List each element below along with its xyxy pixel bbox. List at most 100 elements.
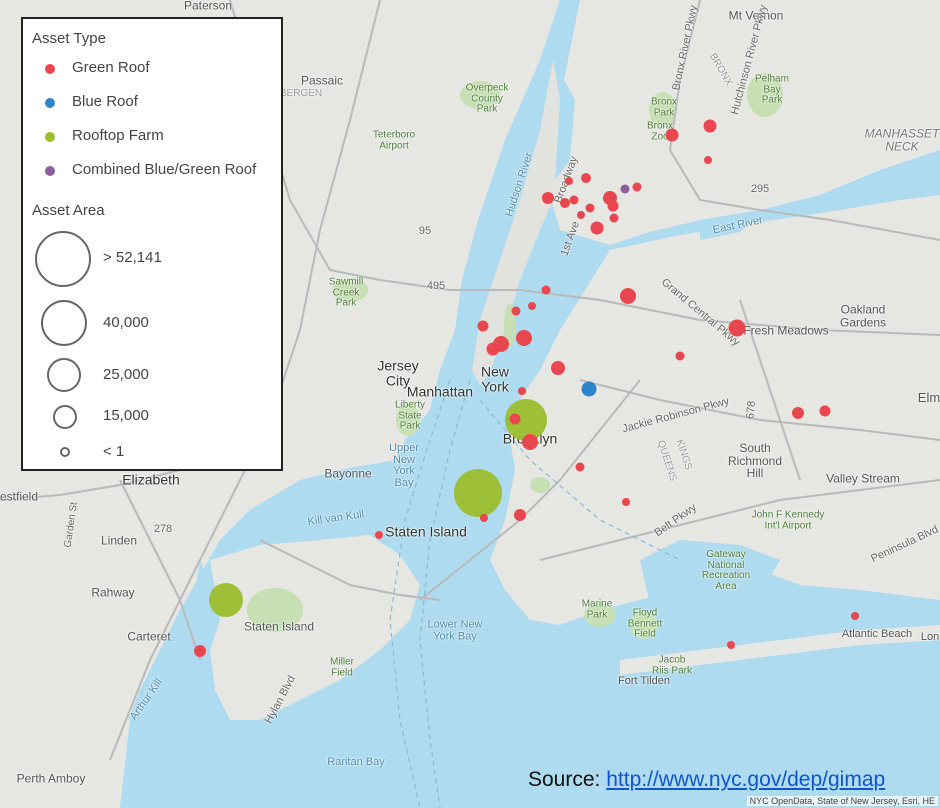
legend-label-blue-roof: Blue Roof [72,93,138,110]
map-attribution: NYC OpenData, State of New Jersey, Esri,… [746,796,938,806]
label-hwy-95: 95 [418,225,432,238]
label-fresh-meadows: Fresh Meadows [743,323,829,338]
green-roof-swatch-icon [45,64,55,74]
label-bergen: BERGEN [279,87,323,99]
green-asset-marker[interactable] [477,320,489,332]
label-raritan-bay: Raritan Bay [327,756,385,769]
green-asset-marker[interactable] [575,462,585,472]
green-asset-marker[interactable] [675,351,685,361]
green-asset-marker[interactable] [194,645,206,657]
size-label-40000: 40,000 [103,314,149,331]
label-paterson: Paterson [183,0,233,13]
green-asset-marker[interactable] [542,192,554,204]
green-asset-marker[interactable] [585,203,595,213]
label-pelham-bay: Pelham Bay Park [755,73,789,106]
size-label-largest: > 52,141 [103,249,162,266]
green-asset-marker[interactable] [565,177,573,185]
green-asset-marker[interactable] [632,182,642,192]
label-hwy-678: 678 [744,400,759,420]
label-manhasset-neck: MANHASSET NECK [864,126,940,153]
label-hwy-495: 495 [426,280,446,293]
combined-asset-marker[interactable] [620,184,630,194]
farm-asset-marker[interactable] [209,583,243,617]
green-asset-marker[interactable] [792,407,804,419]
label-fort-tilden: Fort Tilden [618,675,670,688]
label-valley-stream: Valley Stream [826,471,900,486]
legend-label-green-roof: Green Roof [72,59,150,76]
green-asset-marker[interactable] [516,330,532,346]
green-asset-marker[interactable] [522,434,538,450]
label-rahway: Rahway [91,585,135,600]
label-perth-amboy: Perth Amboy [16,771,86,786]
label-teterboro: Teterboro Airport [372,129,416,151]
green-asset-marker[interactable] [581,173,591,183]
label-marine-park: Marine Park [581,598,613,620]
size-label-25000: 25,000 [103,366,149,383]
label-bronx-park: Bronx Park [650,96,678,118]
label-overpeck: Overpeck County Park [465,82,509,115]
map-canvas[interactable]: Paterson Mt Vernon Passaic Teterboro Air… [0,0,940,808]
label-staten-island-main: Staten Island [385,523,467,540]
green-asset-marker[interactable] [851,612,859,620]
blue-asset-marker[interactable] [581,381,597,397]
size-label-15000: 15,000 [103,407,149,424]
green-asset-marker[interactable] [704,156,712,164]
size-circle-icon-25000 [47,358,81,392]
green-asset-marker[interactable] [509,413,521,425]
blue-roof-swatch-icon [45,98,55,108]
label-hwy-295: 295 [750,183,770,196]
label-floyd-bennett: Floyd Bennett Field [627,607,663,640]
source-prefix: Source: [528,768,607,791]
staten-island-land [210,535,420,720]
green-asset-marker[interactable] [728,319,746,337]
green-asset-marker[interactable] [518,387,526,395]
label-passaic: Passaic [300,73,344,88]
size-circle-icon-largest [35,231,91,287]
green-asset-marker[interactable] [620,288,636,304]
legend-label-rooftop-farm: Rooftop Farm [72,127,164,144]
size-circle-icon-40000 [41,300,87,346]
legend-item-blue-roof: Blue Roof [23,91,281,115]
green-asset-marker[interactable] [514,509,526,521]
label-liberty-park: Liberty State Park [394,399,426,432]
label-upper-ny-bay: Upper New York Bay [389,441,419,489]
green-asset-marker[interactable] [551,361,565,375]
farm-asset-marker[interactable] [454,469,502,517]
label-elizabeth: Elizabeth [122,471,180,488]
green-asset-marker[interactable] [511,306,521,316]
label-staten-island-small: Staten Island [243,619,315,634]
green-asset-marker[interactable] [569,195,579,205]
green-asset-marker[interactable] [375,531,383,539]
green-asset-marker[interactable] [560,198,570,208]
green-asset-marker[interactable] [703,119,717,133]
green-asset-marker[interactable] [609,213,619,223]
source-link[interactable]: http://www.nyc.gov/dep/gimap [606,768,885,791]
label-atlantic-beach: Atlantic Beach [841,628,913,641]
label-sawmill: Sawmill Creek Park [328,276,364,309]
label-new-york: New York [480,363,510,394]
green-asset-marker[interactable] [577,211,585,219]
green-asset-marker[interactable] [486,342,500,356]
legend-item-rooftop-farm: Rooftop Farm [23,125,281,149]
legend-panel: Asset Type Green Roof Blue Roof Rooftop … [21,17,283,471]
size-circle-icon-15000 [53,405,77,429]
green-asset-marker[interactable] [528,302,536,310]
combined-roof-swatch-icon [45,166,55,176]
green-asset-marker[interactable] [622,498,630,506]
green-asset-marker[interactable] [607,200,619,212]
label-lower-ny-bay: Lower New York Bay [427,618,483,642]
green-asset-marker[interactable] [727,641,735,649]
label-south-richmond-hill: South Richmond Hill [727,441,783,481]
label-elmont: Elm [917,390,940,406]
green-asset-marker[interactable] [819,405,831,417]
legend-asset-area-title: Asset Area [32,202,105,219]
label-gateway: Gateway National Recreation Area [701,549,751,592]
green-asset-marker[interactable] [590,221,604,235]
size-label-smallest: < 1 [103,443,125,460]
size-circle-icon-smallest [60,447,70,457]
green-asset-marker[interactable] [541,285,551,295]
label-miller-field: Miller Field [330,656,354,678]
green-asset-marker[interactable] [665,128,679,142]
green-asset-marker[interactable] [480,514,488,522]
label-manhattan: Manhattan [406,383,474,400]
